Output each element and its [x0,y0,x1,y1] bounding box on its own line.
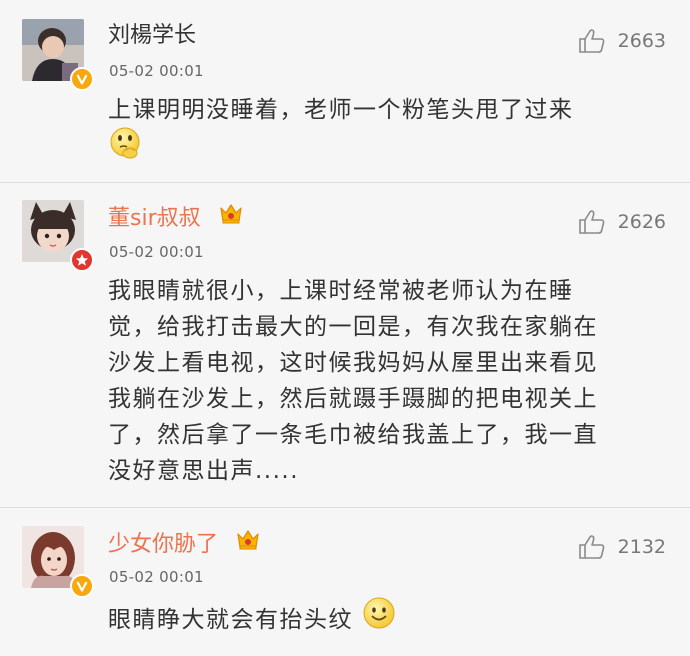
username[interactable]: 少女你胁了 [108,529,261,561]
like-button[interactable]: 2132 [578,534,666,560]
comment-item: 少女你胁了 2132 05-02 00:01 眼睛睁大就会有抬头纹 [0,508,690,656]
thinking-face-emoji [108,126,142,171]
like-count: 2626 [617,211,666,233]
avatar[interactable] [22,200,94,272]
thumbs-up-icon [578,210,605,234]
crown-icon[interactable] [235,527,261,559]
username-text[interactable]: 刘楊学长 [108,23,196,48]
crown-icon[interactable] [218,201,244,233]
avatar[interactable] [22,526,94,598]
like-button[interactable]: 2626 [578,209,666,235]
comment-text: 上课明明没睡着，老师一个粉笔头甩了过来 [108,92,648,173]
v-badge-icon [70,67,94,91]
username-text[interactable]: 董sir叔叔 [108,206,201,231]
comment-item: 董sir叔叔 2626 05-02 00:01 我眼睛就很小，上课时经常被老师认… [0,183,690,507]
comment-line: 没好意思出声..... [108,458,300,484]
comment-line: 我眼睛就很小，上课时经常被老师认为在睡 [108,278,574,304]
like-count: 2132 [617,536,666,558]
comment-line: 沙发上看电视，这时候我妈妈从屋里出来看见 [108,350,598,376]
v-badge-icon [70,574,94,598]
thumbs-up-icon [578,535,605,559]
username[interactable]: 董sir叔叔 [108,203,244,235]
like-button[interactable]: 2663 [578,28,666,54]
like-count: 2663 [617,30,666,52]
timestamp: 05-02 00:01 [109,568,204,586]
comment-text: 我眼睛就很小，上课时经常被老师认为在睡 觉，给我打击最大的一回是，有次我在家躺在… [108,273,648,489]
comment-text: 眼睛睁大就会有抬头纹 [108,596,648,643]
avatar[interactable] [22,19,94,91]
red-star-badge-icon [70,248,94,272]
comment-line: 眼睛睁大就会有抬头纹 [108,607,353,633]
comment-feed: 刘楊学长 2663 05-02 00:01 上课明明没睡着，老师一个粉笔头甩了过… [0,0,690,656]
comment-line: 觉，给我打击最大的一回是，有次我在家躺在 [108,314,598,340]
username-text[interactable]: 少女你胁了 [108,532,218,557]
comment-line: 了，然后拿了一条毛巾被给我盖上了，我一直 [108,422,598,448]
comment-line: 上课明明没睡着，老师一个粉笔头甩了过来 [108,97,574,123]
timestamp: 05-02 00:01 [109,62,204,80]
comment-line: 我躺在沙发上，然后就蹑手蹑脚的把电视关上 [108,386,598,412]
username[interactable]: 刘楊学长 [108,22,196,50]
thumbs-up-icon [578,29,605,53]
timestamp: 05-02 00:01 [109,243,204,261]
smile-face-emoji [362,596,396,641]
comment-item: 刘楊学长 2663 05-02 00:01 上课明明没睡着，老师一个粉笔头甩了过… [0,0,690,182]
